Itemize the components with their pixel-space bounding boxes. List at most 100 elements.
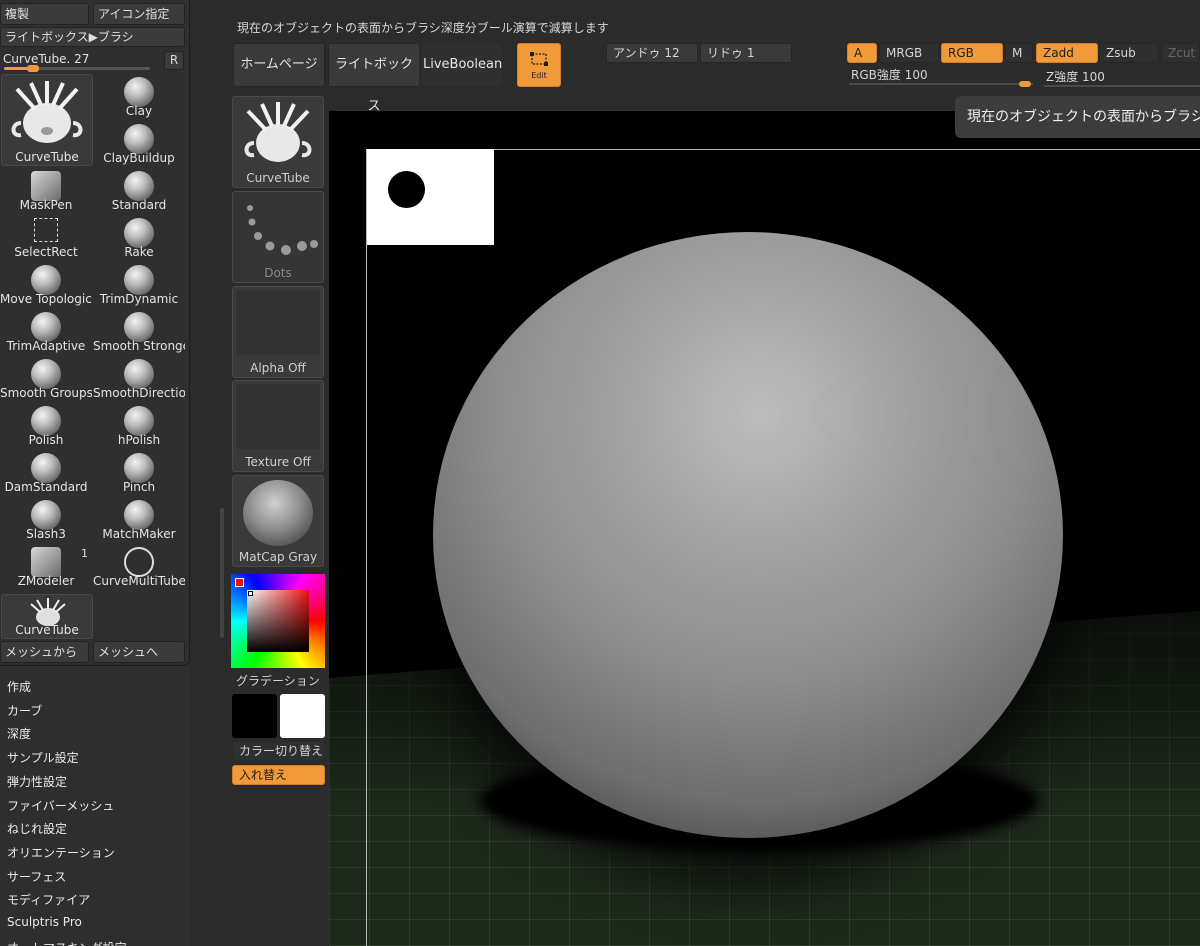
curvetube-icon	[244, 102, 312, 162]
canvas-viewport[interactable]	[329, 111, 1200, 946]
brush-item[interactable]: Slash3	[0, 497, 92, 542]
brush-size-slider[interactable]: CurveTube. 27	[0, 50, 160, 72]
brush-item[interactable]: SelectRect	[0, 215, 92, 260]
m-button[interactable]: M	[1005, 43, 1033, 63]
rgb-button[interactable]: RGB	[941, 43, 1003, 63]
menu-item[interactable]: 深度	[7, 725, 31, 742]
curvetube-icon	[11, 81, 83, 143]
menu-item[interactable]: 弾力性設定	[7, 773, 67, 790]
swap-button[interactable]: 入れ替え	[232, 765, 325, 785]
menu-item[interactable]: オートマスキング設定	[7, 939, 127, 946]
brush-label: Standard	[111, 198, 167, 212]
brush-item[interactable]: Clay	[93, 74, 185, 119]
reset-button[interactable]: R	[164, 51, 184, 70]
slider-track[interactable]	[4, 65, 150, 72]
icon-assign-button[interactable]: アイコン指定	[93, 3, 185, 25]
texture-tile[interactable]: Texture Off	[232, 380, 324, 472]
color-picker-ring[interactable]	[231, 574, 325, 668]
standard-icon	[124, 171, 154, 201]
color-switch-button[interactable]: カラー切り替え	[232, 741, 325, 761]
alpha-preview-empty	[236, 290, 320, 355]
zcut-button[interactable]: Zcut	[1161, 43, 1200, 63]
brush-item[interactable]: Polish	[0, 403, 92, 448]
alpha-dot	[388, 171, 425, 208]
brush-item[interactable]: TrimAdaptive	[0, 309, 92, 354]
brush-item[interactable]: MatchMaker	[93, 497, 185, 542]
rgb-intensity-slider[interactable]	[849, 81, 1033, 87]
brush-item[interactable]: ZModeler 1	[0, 544, 92, 589]
home-page-button[interactable]: ホームページ	[233, 43, 325, 87]
brush-label: ZModeler	[17, 574, 75, 588]
edit-label: Edit	[531, 71, 547, 80]
liveboolean-button[interactable]: LiveBoolean	[422, 43, 502, 87]
maskpen-icon	[31, 171, 61, 201]
brush-item[interactable]: Pinch	[93, 450, 185, 495]
brush-item[interactable]: CurveMultiTube	[93, 544, 185, 589]
mrgb-button[interactable]: MRGB	[879, 43, 939, 63]
brush-size-label: CurveTube. 27	[3, 52, 90, 66]
brush-item[interactable]: Smooth Groups	[0, 356, 92, 401]
redo-button[interactable]: リドゥ 1	[700, 43, 792, 63]
menu-item[interactable]: カーブ	[7, 702, 42, 719]
brush-item[interactable]: Smooth Stronge	[93, 309, 185, 354]
tooltip: 現在のオブジェクトの表面からブラシ	[955, 96, 1200, 138]
texture-preview-empty	[236, 384, 320, 449]
menu-item[interactable]: オリエンテーション	[7, 844, 115, 861]
recent-brush-curvetube[interactable]: CurveTube	[1, 594, 93, 639]
zadd-button[interactable]: Zadd	[1036, 43, 1098, 63]
brush-label: SmoothDirection	[93, 386, 185, 400]
brush-item[interactable]: hPolish	[93, 403, 185, 448]
zsub-button[interactable]: Zsub	[1099, 43, 1159, 63]
slider-knob[interactable]	[27, 65, 40, 72]
brush-label: ClayBuildup	[103, 151, 175, 165]
lightbox-brush-button[interactable]: ライトボックス▶ブラシ	[0, 27, 185, 47]
smooth-stronge-icon	[124, 312, 154, 342]
rgb-intensity-knob[interactable]	[1019, 81, 1031, 87]
menu-item[interactable]: ファイバーメッシュ	[7, 797, 114, 814]
current-brush-tile[interactable]: CurveTube	[1, 74, 93, 166]
material-tile[interactable]: MatCap Gray	[232, 475, 324, 567]
z-intensity-slider[interactable]	[1044, 85, 1200, 87]
brush-item[interactable]: DamStandard	[0, 450, 92, 495]
brush-item[interactable]: TrimDynamic	[93, 262, 185, 307]
menu-item[interactable]: サンプル設定	[7, 749, 79, 766]
trimadaptive-icon	[31, 312, 61, 342]
primary-color-swatch[interactable]	[232, 694, 277, 738]
from-mesh-button[interactable]: メッシュから	[0, 641, 89, 663]
clay-icon	[124, 77, 154, 107]
brush-item[interactable]: MaskPen	[0, 168, 92, 213]
secondary-color-swatch[interactable]	[280, 694, 325, 738]
palette-scrollbar[interactable]	[220, 508, 224, 638]
brush-tile[interactable]: CurveTube	[232, 96, 324, 188]
brush-palette: 複製 アイコン指定 ライトボックス▶ブラシ CurveTube. 27 R Cu…	[0, 0, 190, 946]
current-color-swatch	[235, 578, 244, 587]
menu-item[interactable]: ねじれ設定	[7, 820, 67, 837]
menu-item[interactable]: Sculptris Pro	[7, 915, 82, 929]
menu-item[interactable]: サーフェス	[7, 868, 66, 885]
move-topologica-icon	[31, 265, 61, 295]
duplicate-button[interactable]: 複製	[0, 3, 89, 25]
lightbox-button[interactable]: ライトボックス	[328, 43, 420, 114]
alpha-tile[interactable]: Alpha Off	[232, 286, 324, 378]
smoothdirection-icon	[124, 359, 154, 389]
stroke-tile[interactable]: Dots	[232, 191, 324, 283]
menu-item[interactable]: モディファイア	[7, 891, 90, 908]
a-button[interactable]: A	[847, 43, 877, 63]
brush-label: CurveMultiTube	[93, 574, 185, 588]
brush-palette-box: 複製 アイコン指定 ライトボックス▶ブラシ CurveTube. 27 R Cu…	[0, 0, 190, 666]
undo-button[interactable]: アンドゥ 12	[606, 43, 698, 63]
brush-item[interactable]: ClayBuildup	[93, 121, 185, 166]
edit-button[interactable]: Edit	[517, 43, 561, 87]
brush-label: Rake	[124, 245, 154, 259]
color-picker-square[interactable]	[247, 590, 309, 652]
brush-item[interactable]: Rake	[93, 215, 185, 260]
brush-item[interactable]: Move Topologica	[0, 262, 92, 307]
brush-item[interactable]: SmoothDirection	[93, 356, 185, 401]
brush-item[interactable]: Standard	[93, 168, 185, 213]
brush-label: Move Topologica	[0, 292, 92, 306]
brush-label: MaskPen	[19, 198, 73, 212]
color-picker-marker[interactable]	[248, 591, 253, 596]
to-mesh-button[interactable]: メッシュへ	[93, 641, 185, 663]
alpha-tile-label: Alpha Off	[250, 361, 306, 375]
menu-item[interactable]: 作成	[7, 678, 31, 695]
